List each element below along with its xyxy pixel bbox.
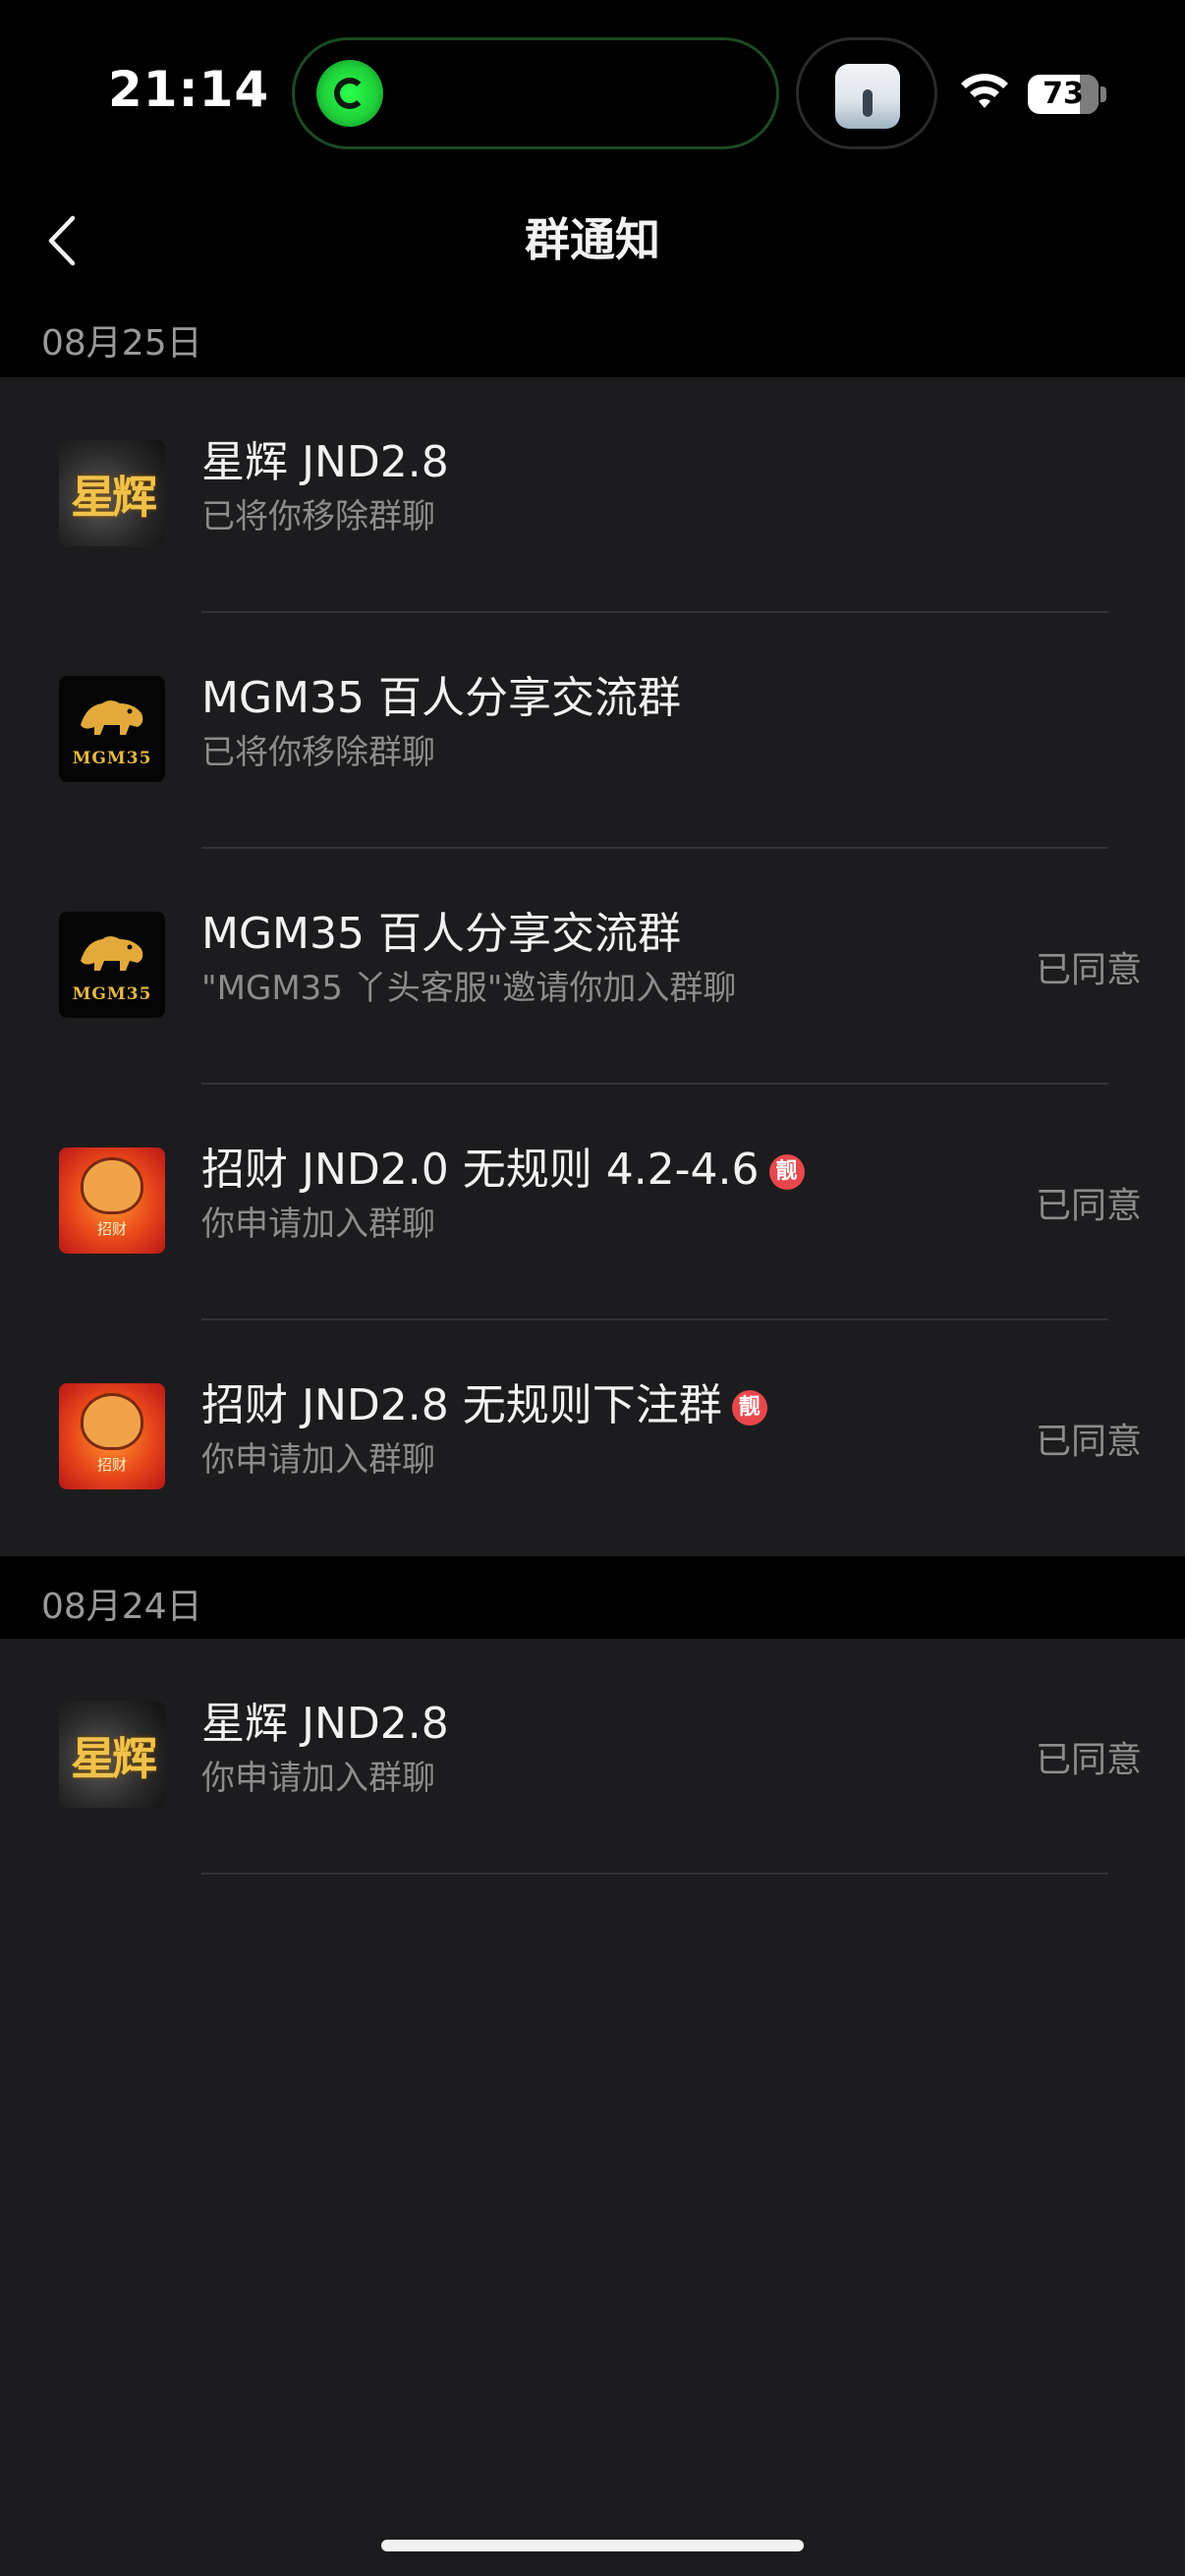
list-item[interactable]: MGM35 MGM35 百人分享交流群 已将你移除群聊 [0, 613, 1185, 849]
list-item[interactable]: 星辉 星辉 JND2.8 你申请加入群聊 已同意 [0, 1639, 1185, 1875]
list-item[interactable]: 招财 招财 JND2.0 无规则 4.2-4.6 靓 你申请加入群聊 已同意 [0, 1085, 1185, 1320]
request-status: 已同意 [1035, 1186, 1142, 1226]
request-status: 已同意 [1035, 950, 1142, 990]
status-bar: 21:14 73 [0, 0, 1185, 177]
section-date: 08月24日 [41, 1587, 202, 1627]
section-header-date: 08月25日 [0, 295, 1185, 377]
wifi-icon [961, 74, 1008, 108]
pretty-number-badge-icon: 靓 [731, 1390, 767, 1426]
status-time: 21:14 [108, 61, 270, 118]
page-title: 群通知 [525, 213, 660, 266]
group-avatar: MGM35 [59, 912, 165, 1018]
notification-message: 已将你移除群聊 [201, 733, 435, 772]
group-avatar: 招财 [59, 1148, 165, 1254]
media-thumbnail [835, 64, 900, 129]
row-divider [201, 1873, 1108, 1875]
avatar-label: MGM35 [72, 984, 152, 1004]
pretty-number-badge-icon: 靓 [768, 1154, 805, 1190]
battery-cap [1100, 86, 1106, 102]
request-status: 已同意 [1035, 1422, 1142, 1462]
app-activity-icon [316, 60, 383, 127]
back-button[interactable] [29, 196, 118, 285]
dynamic-island-media[interactable] [796, 37, 937, 149]
avatar-label: MGM35 [72, 749, 152, 768]
section-header-date: 08月24日 [0, 1556, 1185, 1639]
notification-message: 已将你移除群聊 [201, 497, 435, 536]
list-item[interactable]: 星辉 星辉 JND2.8 已将你移除群聊 [0, 377, 1185, 613]
chevron-left-icon [48, 215, 76, 266]
notification-message: 你申请加入群聊 [201, 1204, 435, 1244]
request-status: 已同意 [1035, 1740, 1142, 1780]
dog-mascot-icon [81, 1393, 143, 1450]
group-avatar: 星辉 [59, 1702, 165, 1808]
navigation-bar: 群通知 [0, 177, 1185, 295]
notification-message: 你申请加入群聊 [201, 1440, 435, 1480]
group-name: 星辉 JND2.8 [201, 1699, 449, 1749]
avatar-label: 招财 [96, 1456, 127, 1474]
lion-logo-icon [81, 700, 143, 735]
avatar-label: 星辉 [71, 471, 157, 524]
group-name: 招财 JND2.8 无规则下注群靓 [201, 1370, 767, 1432]
group-avatar: 招财 [59, 1383, 165, 1489]
avatar-label: 招财 [96, 1220, 127, 1238]
notification-list: 星辉 星辉 JND2.8 你申请加入群聊 已同意 [0, 1639, 1185, 2576]
group-avatar: MGM35 [59, 676, 165, 782]
group-name: MGM35 百人分享交流群 [201, 909, 681, 959]
home-indicator[interactable] [381, 2540, 804, 2551]
section-date: 08月25日 [41, 323, 202, 364]
lion-logo-icon [81, 936, 143, 971]
notification-message: "MGM35 丫头客服"邀请你加入群聊 [201, 969, 737, 1008]
group-avatar: 星辉 [59, 440, 165, 546]
notification-list: 星辉 星辉 JND2.8 已将你移除群聊 MGM35 MGM35 百人分享交流群… [0, 377, 1185, 1556]
notification-message: 你申请加入群聊 [201, 1759, 435, 1798]
battery-indicator: 73 [1028, 75, 1099, 114]
group-name: 招财 JND2.0 无规则 4.2-4.6 靓 [201, 1134, 805, 1197]
dog-mascot-icon [81, 1157, 143, 1214]
dynamic-island-activity[interactable] [292, 37, 779, 149]
group-name: MGM35 百人分享交流群 [201, 673, 681, 723]
group-name: 星辉 JND2.8 [201, 437, 449, 487]
avatar-label: 星辉 [71, 1732, 157, 1785]
list-item[interactable]: MGM35 MGM35 百人分享交流群 "MGM35 丫头客服"邀请你加入群聊 … [0, 849, 1185, 1085]
list-item[interactable]: 招财 招财 JND2.8 无规则下注群靓 你申请加入群聊 已同意 [0, 1320, 1185, 1556]
battery-level: 73 [1043, 77, 1084, 111]
